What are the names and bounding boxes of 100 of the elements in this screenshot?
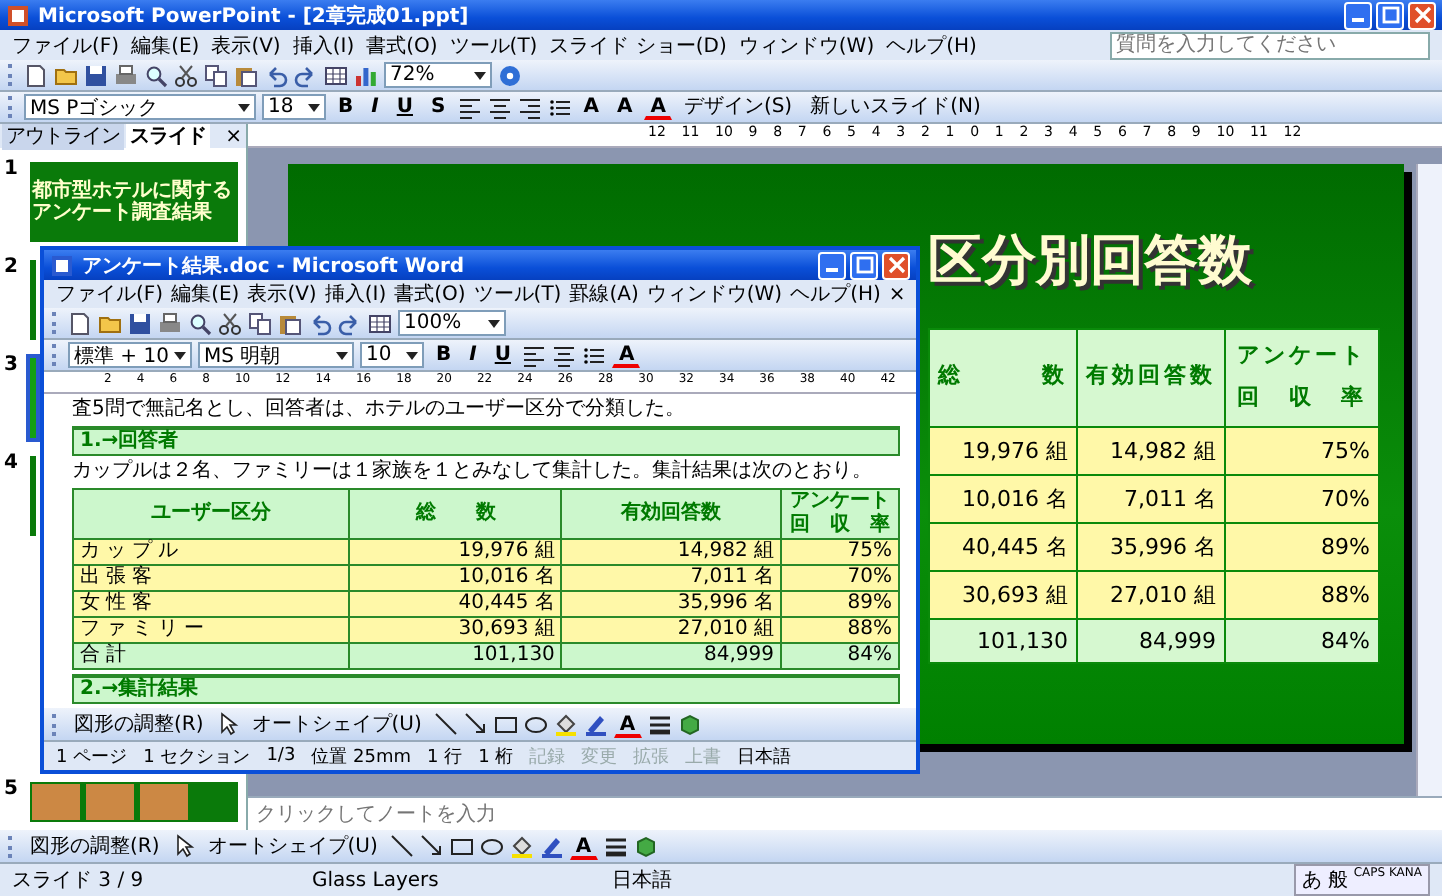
menu-item[interactable]: 挿入(I) <box>324 280 387 308</box>
search-icon[interactable] <box>144 63 168 87</box>
font-size-button[interactable]: A <box>610 94 639 120</box>
ime-button[interactable]: 般 <box>1327 866 1348 894</box>
format-button[interactable]: S <box>424 94 452 120</box>
cursor-arrow-icon[interactable] <box>215 712 240 736</box>
bar-chart-icon[interactable] <box>354 63 378 87</box>
autoshapes-button[interactable]: オートシェイプ(U) <box>245 711 428 737</box>
align-left-icon[interactable] <box>457 95 482 119</box>
close-button[interactable]: × <box>225 125 244 147</box>
menu-item[interactable]: スライド ショー(D) <box>549 31 727 59</box>
font-color-button[interactable]: A <box>569 833 598 859</box>
zoom-field[interactable]: 72% <box>384 62 492 88</box>
autoshapes-button[interactable]: オートシェイプ(U) <box>201 833 384 859</box>
menu-item[interactable]: 編集(E) <box>171 280 240 308</box>
rectangle-icon[interactable] <box>493 712 518 736</box>
arrow-icon[interactable] <box>463 712 488 736</box>
menu-item[interactable]: 罫線(A) <box>569 280 639 308</box>
draw-menu-button[interactable]: 図形の調整(R) <box>24 833 166 859</box>
menu-item[interactable]: ウィンドウ(W) <box>646 280 783 308</box>
bullet-list-icon[interactable] <box>582 343 607 367</box>
menu-item[interactable]: 書式(O) <box>394 280 466 308</box>
redo-icon[interactable] <box>338 311 362 335</box>
menu-item[interactable]: ヘルプ(H) <box>886 31 977 59</box>
font-field[interactable]: MS 明朝 <box>198 342 354 368</box>
document-icon[interactable] <box>50 253 74 277</box>
table-icon[interactable] <box>324 63 348 87</box>
font-color-button[interactable]: A <box>612 342 641 368</box>
search-icon[interactable] <box>188 311 212 335</box>
minimize-button[interactable] <box>1344 1 1372 29</box>
minimize-button[interactable] <box>818 251 846 279</box>
pen-icon[interactable] <box>583 712 608 736</box>
format-button[interactable]: U <box>488 342 517 368</box>
menu-item[interactable]: ファイル(F) <box>12 31 120 59</box>
menu-item[interactable]: ファイル(F) <box>56 280 164 308</box>
scissors-icon[interactable] <box>174 63 198 87</box>
menu-item[interactable]: 編集(E) <box>131 31 200 59</box>
toolbar-grip[interactable] <box>52 713 62 735</box>
menu-item[interactable]: ツール(T) <box>449 31 538 59</box>
line-style-icon[interactable] <box>603 834 628 858</box>
slide-thumbnail[interactable]: 都市型ホテルに関するアンケート調査結果 <box>26 158 242 246</box>
format-button[interactable]: B <box>430 342 458 368</box>
font-field[interactable]: MS Pゴシック <box>24 94 256 120</box>
toolbar-grip[interactable] <box>52 344 62 366</box>
menu-item[interactable]: ウィンドウ(W) <box>738 31 875 59</box>
toolbar-grip[interactable] <box>8 835 18 857</box>
maximize-icon[interactable] <box>1381 6 1399 24</box>
menu-item[interactable]: 挿入(I) <box>292 31 355 59</box>
maximize-button[interactable] <box>850 251 878 279</box>
cursor-arrow-icon[interactable] <box>171 834 196 858</box>
toolbar-grip[interactable] <box>52 312 62 334</box>
printer-icon[interactable] <box>158 311 182 335</box>
close-button[interactable] <box>1408 1 1436 29</box>
ime-button[interactable]: あ <box>1301 866 1322 894</box>
align-center-icon[interactable] <box>552 343 577 367</box>
close-icon[interactable] <box>1413 6 1431 24</box>
menu-item[interactable]: 書式(O) <box>366 31 438 59</box>
paint-bucket-icon[interactable] <box>553 712 578 736</box>
ellipse-icon[interactable] <box>479 834 504 858</box>
toolbar-grip[interactable] <box>8 96 18 118</box>
line-style-icon[interactable] <box>647 712 672 736</box>
draw-menu-button[interactable]: 図形の調整(R) <box>68 711 210 737</box>
design-button[interactable]: デザイン(S) <box>677 94 799 120</box>
close-button[interactable]: × <box>888 283 906 305</box>
maximize-button[interactable] <box>1376 1 1404 29</box>
new-slide-button[interactable]: 新しいスライド(N) <box>804 94 987 120</box>
scrollbar[interactable] <box>1416 164 1442 796</box>
font-color-button[interactable]: A <box>644 94 672 120</box>
align-left-icon[interactable] <box>522 343 547 367</box>
table-icon[interactable] <box>368 311 392 335</box>
line-icon[interactable] <box>433 712 458 736</box>
clipboard-icon[interactable] <box>278 311 302 335</box>
style-field[interactable]: 標準 + 10 <box>68 342 192 368</box>
rectangle-icon[interactable] <box>449 834 474 858</box>
pane-tab[interactable]: アウトライン <box>2 124 124 150</box>
copy-icon[interactable] <box>204 63 228 87</box>
font-size-field[interactable]: 10 <box>360 342 424 368</box>
align-center-icon[interactable] <box>487 95 512 119</box>
format-button[interactable]: I <box>463 342 483 368</box>
undo-icon[interactable] <box>308 311 332 335</box>
printer-icon[interactable] <box>114 63 138 87</box>
pen-icon[interactable] <box>539 834 564 858</box>
document-icon[interactable] <box>6 3 30 27</box>
close-button[interactable] <box>882 251 910 279</box>
maximize-icon[interactable] <box>855 256 873 274</box>
slide-thumbnail[interactable] <box>26 354 40 442</box>
help-field[interactable]: 質問を入力してください <box>1110 31 1430 59</box>
pane-tab[interactable]: スライド <box>126 124 210 150</box>
undo-icon[interactable] <box>264 63 288 87</box>
align-right-icon[interactable] <box>517 95 542 119</box>
menu-item[interactable]: ツール(T) <box>473 280 562 308</box>
arrow-icon[interactable] <box>419 834 444 858</box>
redo-icon[interactable] <box>294 63 318 87</box>
format-button[interactable]: B <box>332 94 360 120</box>
toolbar-grip[interactable] <box>8 64 18 86</box>
copy-icon[interactable] <box>248 311 272 335</box>
font-size-field[interactable]: 18 <box>262 94 326 120</box>
menu-item[interactable]: ヘルプ(H) <box>790 280 881 308</box>
menu-item[interactable]: 表示(V) <box>211 31 281 59</box>
font-size-button[interactable]: A <box>577 94 605 120</box>
